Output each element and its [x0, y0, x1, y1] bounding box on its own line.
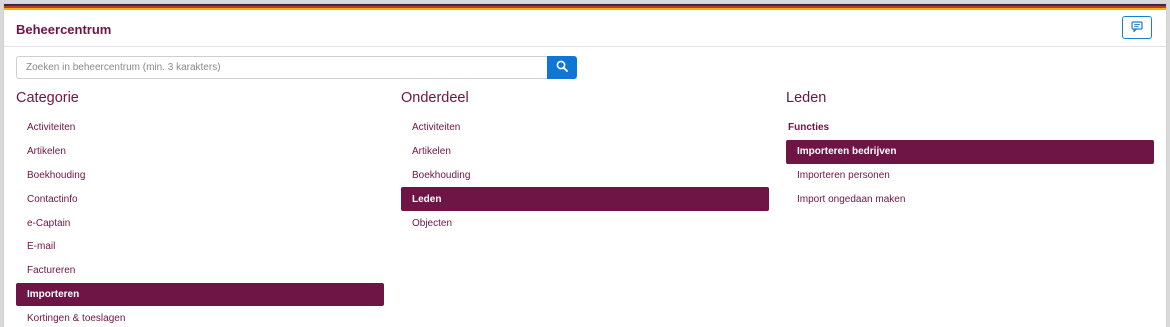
search-button[interactable]	[547, 56, 577, 79]
categorie-item-artikelen[interactable]: Artikelen	[16, 140, 384, 164]
leden-item-import-ongedaan-maken[interactable]: Import ongedaan maken	[786, 187, 1154, 211]
header-bar: Beheercentrum	[4, 10, 1166, 47]
leden-column: Leden Functies Importeren bedrijven Impo…	[786, 90, 1154, 211]
leden-item-importeren-bedrijven[interactable]: Importeren bedrijven	[786, 139, 1154, 164]
admin-center-panel: Beheercentrum Categorie	[3, 3, 1167, 327]
functies-group-label: Functies	[788, 122, 830, 134]
search-bar	[16, 56, 577, 79]
onderdeel-item-activiteiten[interactable]: Activiteiten	[401, 116, 769, 140]
onderdeel-heading: Onderdeel	[401, 90, 469, 106]
page-title: Beheercentrum	[16, 22, 112, 37]
categorie-item-e-mail[interactable]: E-mail	[16, 235, 384, 259]
comment-icon	[1131, 19, 1143, 37]
onderdeel-item-boekhouding[interactable]: Boekhouding	[401, 164, 769, 188]
categorie-item-importeren[interactable]: Importeren	[16, 282, 384, 307]
feedback-button[interactable]	[1122, 16, 1152, 39]
onderdeel-column: Onderdeel Activiteiten Artikelen Boekhou…	[401, 90, 769, 235]
categorie-item-factureren[interactable]: Factureren	[16, 259, 384, 283]
onderdeel-item-leden[interactable]: Leden	[401, 187, 769, 212]
categorie-column: Categorie Activiteiten Artikelen Boekhou…	[16, 90, 384, 327]
categorie-heading: Categorie	[16, 90, 79, 106]
onderdeel-item-objecten[interactable]: Objecten	[401, 211, 769, 235]
categorie-item-kortingen-toeslagen[interactable]: Kortingen & toeslagen	[16, 306, 384, 327]
search-icon	[556, 59, 568, 77]
search-input[interactable]	[16, 56, 547, 79]
leden-item-importeren-personen[interactable]: Importeren personen	[786, 164, 1154, 188]
leden-heading: Leden	[786, 90, 827, 106]
onderdeel-item-artikelen[interactable]: Artikelen	[401, 140, 769, 164]
categorie-item-e-captain[interactable]: e-Captain	[16, 211, 384, 235]
categorie-item-boekhouding[interactable]: Boekhouding	[16, 164, 384, 188]
categorie-item-activiteiten[interactable]: Activiteiten	[16, 116, 384, 140]
categorie-item-contactinfo[interactable]: Contactinfo	[16, 187, 384, 211]
